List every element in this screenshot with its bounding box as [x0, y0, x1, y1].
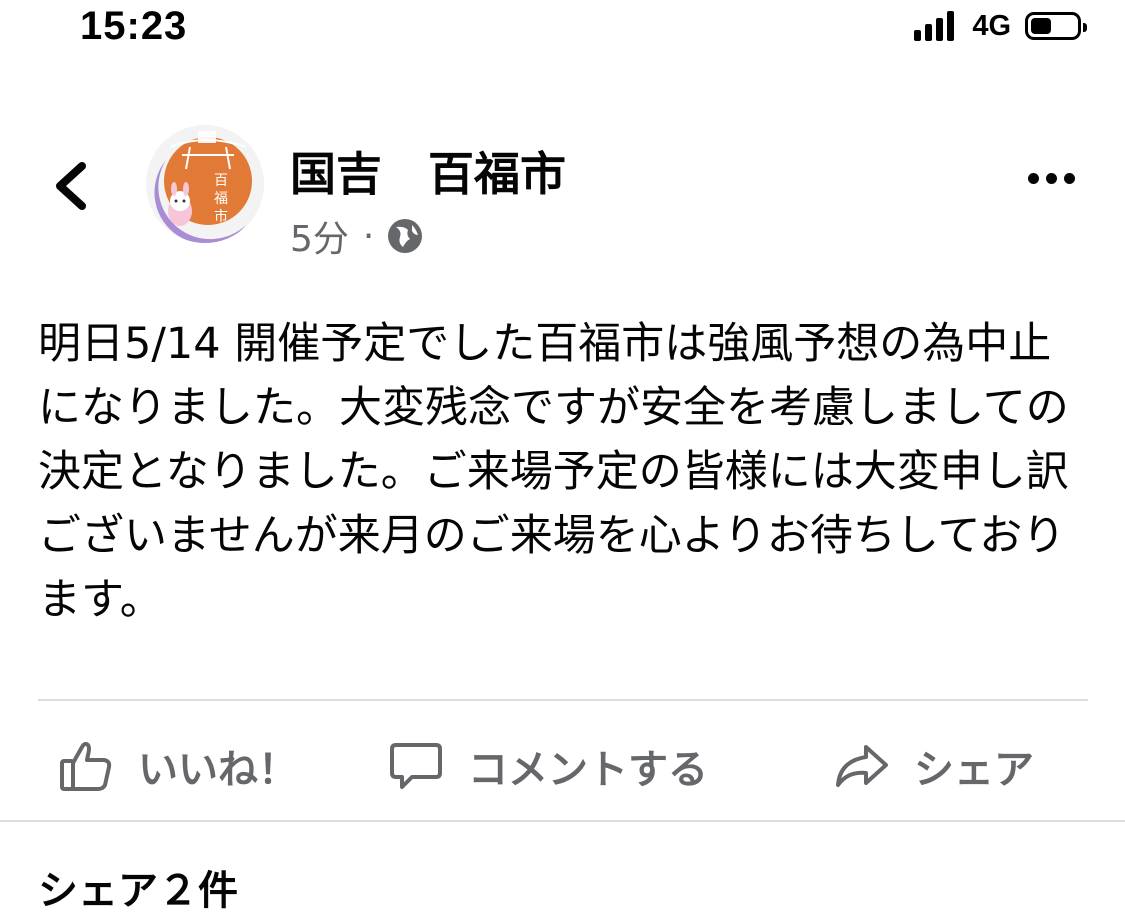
thumbs-up-icon [60, 741, 112, 791]
dot-icon [1046, 173, 1057, 184]
post-meta: 5分 · [290, 210, 424, 262]
more-options-button[interactable] [1028, 173, 1082, 184]
dot-icon [1064, 173, 1075, 184]
svg-text:百: 百 [214, 173, 228, 189]
divider [38, 699, 1088, 701]
page-name[interactable]: 国吉 百福市 [290, 138, 566, 204]
meta-separator: · [362, 215, 375, 257]
chevron-left-icon [56, 162, 86, 210]
action-bar: いいね！ コメントする シェア [0, 718, 1125, 814]
dot-icon [1028, 173, 1039, 184]
page-logo-icon: 百 福 市 [146, 125, 264, 243]
post-text: 明日5/14 開催予定でした百福市は強風予想の為中止になりました。大変残念ですが… [38, 319, 1069, 625]
back-button[interactable] [50, 158, 94, 214]
signal-icon [914, 11, 958, 41]
status-icons: 4G [914, 8, 1087, 44]
like-label: いいね！ [138, 747, 298, 793]
battery-icon [1025, 12, 1087, 40]
post-time[interactable]: 5分 [290, 210, 349, 262]
share-count[interactable]: シェア２件 [38, 858, 238, 916]
network-type: 4G [972, 9, 1011, 42]
like-button[interactable]: いいね！ [58, 718, 298, 814]
svg-text:市: 市 [214, 208, 228, 225]
comment-label: コメントする [468, 747, 708, 793]
status-time: 15:23 [80, 4, 188, 48]
divider [0, 820, 1125, 822]
comment-button[interactable]: コメントする [388, 718, 708, 814]
page-avatar[interactable]: 百 福 市 [146, 125, 264, 243]
share-arrow-icon [836, 745, 888, 787]
comment-icon [390, 743, 442, 789]
svg-text:福: 福 [214, 191, 228, 207]
globe-icon [388, 219, 423, 253]
facebook-post-screen: 15:23 4G 百 福 市 国吉 百福市 5分 · 明日5/14 開催予定でし… [0, 0, 1125, 921]
share-button[interactable]: シェア [834, 718, 1034, 814]
share-label: シェア [914, 747, 1034, 793]
